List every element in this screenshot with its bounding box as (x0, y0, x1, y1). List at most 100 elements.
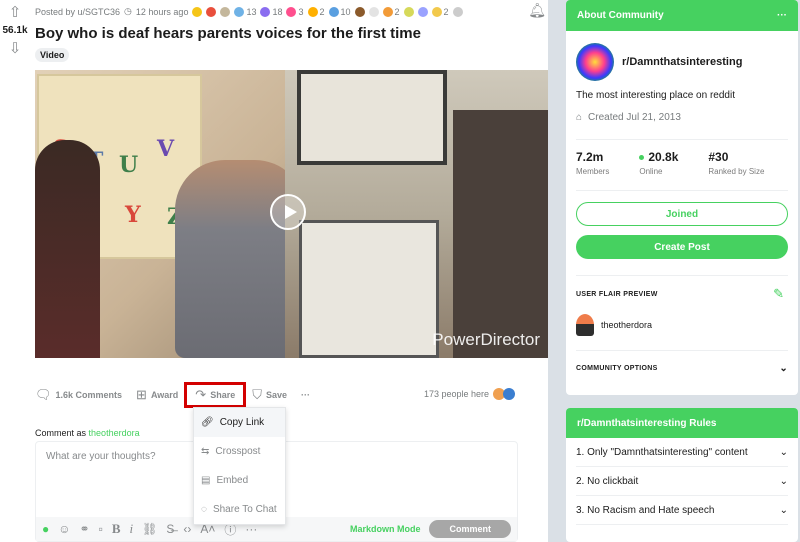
award-icon (368, 6, 379, 17)
link-icon: 🔗︎ (201, 417, 214, 428)
award-icon (307, 6, 318, 17)
video-figure-mother (35, 140, 100, 358)
play-button[interactable] (270, 194, 306, 230)
comments-button[interactable]: 🗨︎ 1.6k Comments (35, 387, 122, 403)
online-dot-icon (639, 154, 645, 160)
community-identity[interactable]: r/Damnthatsinteresting (576, 43, 742, 81)
rule-item[interactable]: 3. No Racism and Hate speech ⌄ (576, 496, 788, 525)
community-name[interactable]: r/Damnthatsinteresting (622, 56, 742, 68)
image-icon[interactable]: ▫ (99, 522, 103, 536)
community-stats: 7.2m Members 20.8k Online #30 Ranked by … (576, 150, 764, 176)
comment-as-label: Comment as theotherdora (35, 428, 140, 438)
avatar (503, 388, 516, 400)
rules-card: r/Damnthatsinteresting Rules 1. Only "Da… (566, 408, 798, 542)
emoji-icon[interactable]: ● (42, 522, 49, 536)
award-count: 10 (340, 6, 351, 17)
markdown-mode-button[interactable]: Markdown Mode (350, 524, 421, 534)
posted-by[interactable]: Posted by u/SGTC36 (35, 7, 120, 17)
award-icon (382, 6, 393, 17)
award-icon (260, 6, 271, 17)
flair-preview-user: theotherdora (576, 314, 652, 336)
play-icon (285, 205, 297, 219)
chevron-down-icon: ⌄ (779, 475, 788, 487)
award-count: 2 (443, 6, 449, 17)
award-icon (206, 6, 217, 17)
about-community-header: About Community ··· (566, 0, 798, 31)
gif-icon[interactable]: ☺ (58, 522, 70, 536)
embed-icon: ▤ (201, 475, 211, 486)
chevron-down-icon: ⌄ (779, 504, 788, 516)
gift-icon: ⊞ (136, 387, 147, 402)
more-options-icon[interactable]: ··· (777, 10, 787, 21)
chain-icon[interactable]: ⛓︎ (142, 522, 157, 536)
avatar (576, 314, 594, 336)
award-count: 2 (394, 6, 400, 17)
divider (576, 139, 788, 140)
about-community-card: About Community ··· r/Damnthatsinteresti… (566, 0, 798, 395)
cake-icon: ⌂ (576, 112, 583, 123)
divider (576, 190, 788, 191)
people-here[interactable]: 173 people here (424, 388, 516, 400)
video-shelf (453, 110, 548, 358)
share-menu-copy-link[interactable]: 🔗︎ Copy Link (194, 408, 285, 437)
link-icon[interactable]: ⚭ (80, 522, 90, 536)
divider (576, 275, 788, 276)
stat-rank: #30 Ranked by Size (708, 150, 765, 176)
video-scene-right (285, 70, 548, 358)
chevron-down-icon: ⌄ (779, 446, 788, 458)
award-icon (286, 6, 297, 17)
share-menu: 🔗︎ Copy Link ⇆ Crosspost ▤ Embed ◌ Share To … (193, 407, 286, 525)
award-icon (417, 6, 428, 17)
share-menu-crosspost[interactable]: ⇆ Crosspost (194, 437, 285, 466)
community-options-toggle[interactable]: COMMUNITY OPTIONS ⌄ (576, 363, 788, 374)
award-icon (452, 6, 463, 17)
joined-button[interactable]: Joined (576, 202, 788, 226)
post-meta: Posted by u/SGTC36 ◷ 12 hours ago 13 18 … (35, 6, 463, 17)
post-flair[interactable]: Video (35, 48, 70, 62)
video-watermark: PowerDirector (432, 330, 540, 349)
vote-count: 56.1k (2, 25, 28, 36)
share-menu-share-to-chat[interactable]: ◌ Share To Chat (194, 495, 285, 524)
award-icon (192, 6, 203, 17)
clock-icon: ◷ (124, 6, 132, 16)
comment-submit-button[interactable]: Comment (429, 520, 511, 538)
rule-item[interactable]: 2. No clickbait ⌄ (576, 467, 788, 496)
share-menu-embed[interactable]: ▤ Embed (194, 466, 285, 495)
bookmark-icon: ⛉ (252, 387, 262, 402)
create-post-button[interactable]: Create Post (576, 235, 788, 259)
video-player[interactable]: S T U V W Y Z PowerDirector (35, 70, 548, 358)
strikethrough-icon[interactable]: S̶ (166, 522, 174, 536)
share-arrow-icon: ↷ (195, 387, 207, 402)
bold-icon[interactable]: B (112, 521, 121, 537)
more-options-button[interactable]: ··· (301, 390, 310, 400)
chevron-down-icon: ⌄ (779, 363, 788, 374)
comment-icon: 🗨︎ (35, 387, 52, 402)
comment-username[interactable]: theotherdora (89, 428, 140, 438)
user-flair-preview-label: USER FLAIR PREVIEW (576, 291, 658, 298)
downvote-icon[interactable]: ⇩ (5, 40, 25, 58)
save-button[interactable]: ⛉ Save (252, 387, 287, 403)
video-cabinet (299, 220, 439, 358)
award-count: 3 (298, 6, 304, 17)
upvote-icon[interactable]: ⇧ (5, 4, 25, 22)
post-container: ⇧ 56.1k ⇩ Posted by u/SGTC36 ◷ 12 hours … (0, 0, 548, 542)
community-description: The most interesting place on reddit (576, 90, 735, 101)
award-icon (403, 6, 414, 17)
award-icon (431, 6, 442, 17)
award-count: 13 (246, 6, 257, 17)
pencil-icon[interactable]: ✎ (773, 286, 784, 302)
bell-icon[interactable]: 🔔︎ (528, 2, 546, 19)
stat-online: 20.8k Online (639, 150, 679, 176)
share-button[interactable]: ↷ Share (184, 382, 247, 408)
video-scene-left: S T U V W Y Z (35, 70, 305, 358)
divider (576, 350, 788, 351)
post-title[interactable]: Boy who is deaf hears parents voices for… (35, 25, 421, 42)
code-icon[interactable]: ‹› (183, 522, 191, 536)
stat-members: 7.2m Members (576, 150, 610, 176)
rule-item[interactable]: 1. Only "Damnthatsinteresting" content ⌄ (576, 438, 788, 467)
italic-icon[interactable]: i (130, 521, 134, 537)
post-actions: 🗨︎ 1.6k Comments ⊞ Award ↷ Share ⛉ Save ··· (35, 382, 324, 408)
post-time: 12 hours ago (135, 6, 189, 17)
award-icon (234, 6, 245, 17)
award-button[interactable]: ⊞ Award (136, 387, 178, 403)
